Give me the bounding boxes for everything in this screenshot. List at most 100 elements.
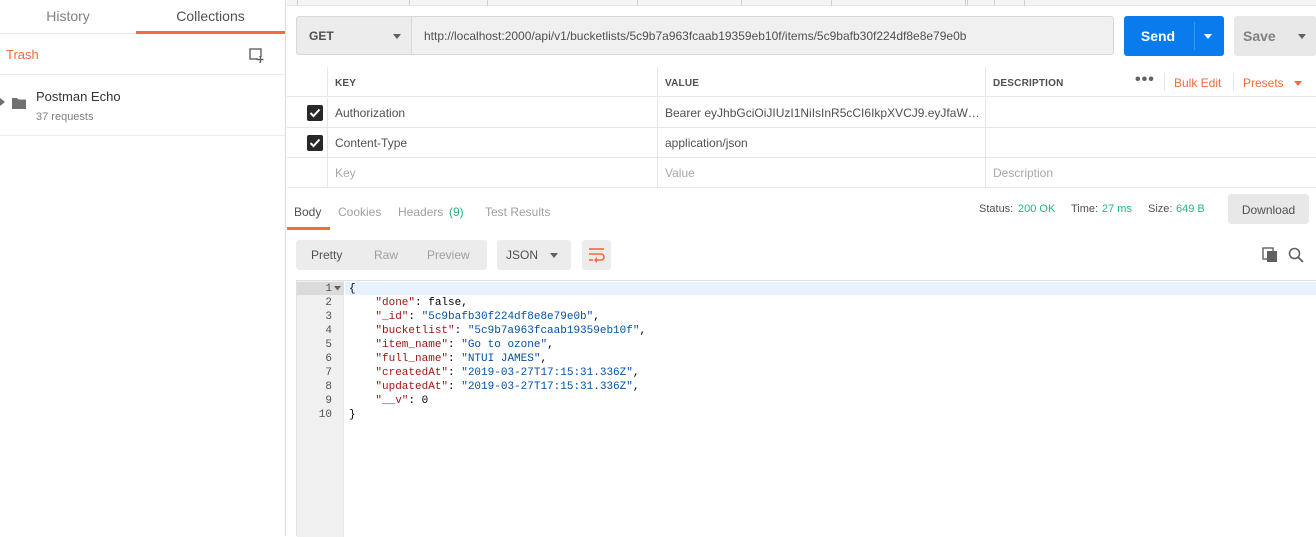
format-label: JSON — [506, 248, 539, 262]
header-key-field[interactable]: Content-Type — [327, 128, 657, 158]
line-number: 7 — [325, 367, 332, 379]
sidebar: History Collections Trash Postman Echo 3… — [0, 0, 286, 536]
caret-right-icon[interactable] — [0, 98, 6, 106]
status-label: Status: — [979, 203, 1014, 215]
header-value-field[interactable]: application/json — [657, 128, 985, 158]
code-line: } — [349, 408, 356, 422]
time-label: Time: — [1071, 203, 1099, 215]
presets-dropdown[interactable]: Presets — [1243, 76, 1284, 90]
collection-item[interactable]: Postman Echo 37 requests — [0, 76, 285, 136]
trash-link[interactable]: Trash — [6, 47, 39, 62]
column-header-value: VALUE — [665, 78, 700, 89]
send-button[interactable]: Send — [1124, 16, 1224, 56]
code-line: "__v": 0 — [349, 394, 428, 408]
code-token: , — [593, 311, 600, 323]
line-number: 9 — [325, 395, 332, 407]
format-select[interactable]: JSON — [497, 240, 571, 270]
headers-count-badge: (9) — [449, 205, 464, 219]
table-row: Authorization Bearer eyJhbGciOiJIUzI1NiI… — [287, 98, 1316, 128]
status-value: 200 OK — [1018, 203, 1056, 215]
checkbox-checked-icon[interactable] — [307, 135, 323, 151]
sidebar-tabs: History Collections — [0, 0, 285, 34]
code-token: , — [632, 367, 640, 379]
view-pretty-button[interactable]: Pretty — [311, 248, 342, 262]
code-token: , — [540, 353, 548, 365]
download-label: Download — [1241, 203, 1296, 217]
code-token: : — [454, 325, 468, 337]
tab-collections[interactable]: Collections — [136, 0, 285, 34]
url-input[interactable] — [412, 16, 1114, 55]
bulk-edit-link[interactable]: Bulk Edit — [1174, 76, 1221, 90]
view-raw-button[interactable]: Raw — [374, 248, 398, 262]
size-label: Size: — [1148, 203, 1173, 215]
code-token: , — [547, 339, 554, 351]
method-select[interactable]: GET — [296, 16, 412, 55]
search-icon[interactable] — [1288, 247, 1304, 263]
line-number: 1 — [325, 283, 332, 295]
table-header-row: KEY VALUE DESCRIPTION ••• Bulk Edit Pres… — [287, 67, 1316, 97]
code-line: "_id": "5c9bafb30f224df8e8e79e0b", — [349, 310, 600, 324]
code-token: "5c9bafb30f224df8e8e79e0b" — [421, 311, 594, 323]
code-token: : — [448, 353, 462, 365]
code-token: "Go to ozone" — [461, 339, 548, 351]
folder-icon — [12, 98, 26, 109]
column-header-description: DESCRIPTION — [993, 78, 1064, 89]
fold-arrow-icon[interactable] — [334, 286, 341, 291]
header-value-field[interactable]: Bearer eyJhbGciOiJIUzI1NiIsInR5cCI6IkpXV… — [657, 98, 985, 128]
time-value: 27 ms — [1102, 203, 1132, 215]
collection-name: Postman Echo — [36, 89, 121, 104]
line-number: 10 — [318, 409, 332, 421]
response-tab-bar: Body Cookies Headers (9) Test Results St… — [287, 188, 1316, 230]
table-row-empty: Key Value Description — [287, 158, 1316, 188]
wrap-lines-button[interactable] — [582, 240, 611, 270]
view-preview-button[interactable]: Preview — [427, 248, 470, 262]
code-token: "NTUI JAMES" — [461, 353, 541, 365]
checkbox-checked-icon[interactable] — [307, 105, 323, 121]
response-body-editor[interactable]: 1 2 3 4 5 6 7 8 9 10 { "done": false, "_id": "5c9… — [296, 280, 1316, 537]
header-description-field[interactable] — [985, 98, 1316, 128]
header-key-field[interactable]: Authorization — [327, 98, 657, 128]
new-value-field[interactable]: Value — [657, 158, 985, 188]
table-row: Content-Type application/json — [287, 128, 1316, 158]
code-token: { — [349, 283, 356, 295]
code-token: "done" — [375, 297, 416, 309]
header-description-field[interactable] — [985, 128, 1316, 158]
save-options-chevron-icon[interactable] — [1298, 34, 1306, 39]
more-options-icon[interactable]: ••• — [1135, 67, 1155, 97]
request-tab-strip — [287, 0, 1316, 6]
send-divider — [1194, 22, 1195, 50]
code-token: } — [349, 409, 356, 421]
new-collection-icon[interactable] — [248, 46, 266, 64]
line-number: 8 — [325, 381, 332, 393]
tab-body[interactable]: Body — [294, 205, 321, 219]
line-number: 4 — [325, 325, 332, 337]
view-mode-group: Pretty Raw Preview — [296, 240, 487, 270]
code-token: : 0 — [408, 395, 429, 407]
code-token: "__v" — [375, 395, 409, 407]
download-button[interactable]: Download — [1228, 194, 1309, 224]
code-line: "updatedAt": "2019-03-27T17:15:31.336Z", — [349, 380, 639, 394]
copy-icon[interactable] — [1262, 247, 1278, 263]
send-options-chevron-icon[interactable] — [1204, 34, 1212, 39]
save-button[interactable]: Save — [1234, 16, 1316, 56]
headers-table: KEY VALUE DESCRIPTION ••• Bulk Edit Pres… — [287, 67, 1316, 188]
code-token: "full_name" — [375, 353, 449, 365]
size-value: 649 B — [1176, 203, 1205, 215]
new-key-field[interactable]: Key — [327, 158, 657, 188]
line-number: 6 — [325, 353, 332, 365]
save-label: Save — [1243, 28, 1276, 44]
new-description-field[interactable]: Description — [985, 158, 1316, 188]
code-token: "2019-03-27T17:15:31.336Z" — [461, 381, 633, 393]
tab-cookies[interactable]: Cookies — [338, 205, 381, 219]
tab-history[interactable]: History — [0, 0, 136, 34]
code-line: "done": false, — [349, 296, 467, 310]
tab-test-results[interactable]: Test Results — [485, 205, 550, 219]
code-line: "item_name": "Go to ozone", — [349, 338, 554, 352]
tab-headers[interactable]: Headers — [398, 205, 443, 219]
code-token: "bucketlist" — [375, 325, 455, 337]
